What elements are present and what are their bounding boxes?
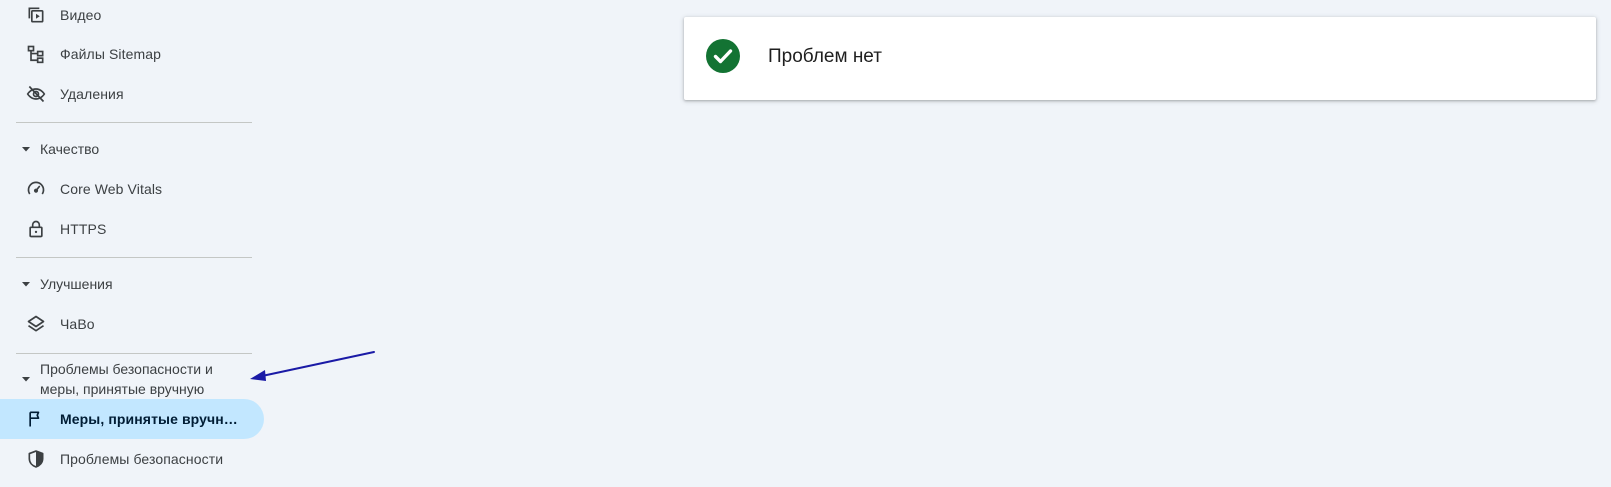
speedometer-icon — [26, 179, 46, 199]
flag-icon — [26, 409, 46, 429]
sitemap-icon — [26, 44, 46, 64]
status-text: Проблем нет — [768, 46, 882, 67]
sidebar-divider — [16, 122, 252, 123]
sidebar-item-label: Проблемы безопасности — [60, 451, 224, 467]
sidebar-item-security-issues[interactable]: Проблемы безопасности — [0, 439, 264, 479]
section-header-quality[interactable]: Качество — [0, 139, 250, 159]
sidebar-item-faq[interactable]: ЧаВо — [0, 304, 264, 344]
sidebar-item-label: Файлы Sitemap — [60, 46, 162, 62]
check-circle-icon — [706, 39, 740, 73]
caret-down-icon — [20, 143, 32, 155]
eye-off-icon — [26, 84, 46, 104]
shield-icon — [26, 449, 46, 469]
sidebar-item-label: Меры, принятые вручн… — [60, 411, 238, 427]
section-label: Улучшения — [40, 276, 113, 292]
section-label-line2: меры, принятые вручную — [40, 381, 205, 397]
sidebar-divider — [16, 257, 252, 258]
sidebar-item-core-web-vitals[interactable]: Core Web Vitals — [0, 169, 264, 209]
layers-icon — [26, 314, 46, 334]
lock-icon — [26, 219, 46, 239]
sidebar-item-manual-actions[interactable]: Меры, принятые вручн… — [0, 399, 264, 439]
section-label-line1: Проблемы безопасности и — [40, 361, 213, 377]
section-header-enhancements[interactable]: Улучшения — [0, 274, 250, 294]
sidebar-item-label: HTTPS — [60, 221, 107, 237]
video-icon — [26, 5, 46, 25]
sidebar-item-label: Core Web Vitals — [60, 181, 163, 197]
sidebar-nav: Видео Файлы Sitemap Удаления Качество Co… — [0, 0, 270, 487]
sidebar-item-label: Удаления — [60, 86, 124, 102]
section-label: Качество — [40, 141, 100, 157]
caret-down-icon — [20, 278, 32, 290]
sidebar-item-label: Видео — [60, 7, 102, 23]
sidebar-item-removals[interactable]: Удаления — [0, 74, 264, 114]
status-card: Проблем нет — [684, 17, 1596, 100]
sidebar-item-video[interactable]: Видео — [0, 0, 264, 35]
section-header-security[interactable]: Проблемы безопасности и меры, принятые в… — [0, 359, 250, 399]
caret-down-icon — [20, 373, 32, 385]
sidebar-divider — [16, 353, 252, 354]
sidebar-item-label: ЧаВо — [60, 316, 95, 332]
sidebar-item-sitemaps[interactable]: Файлы Sitemap — [0, 34, 264, 74]
sidebar-item-https[interactable]: HTTPS — [0, 209, 264, 249]
